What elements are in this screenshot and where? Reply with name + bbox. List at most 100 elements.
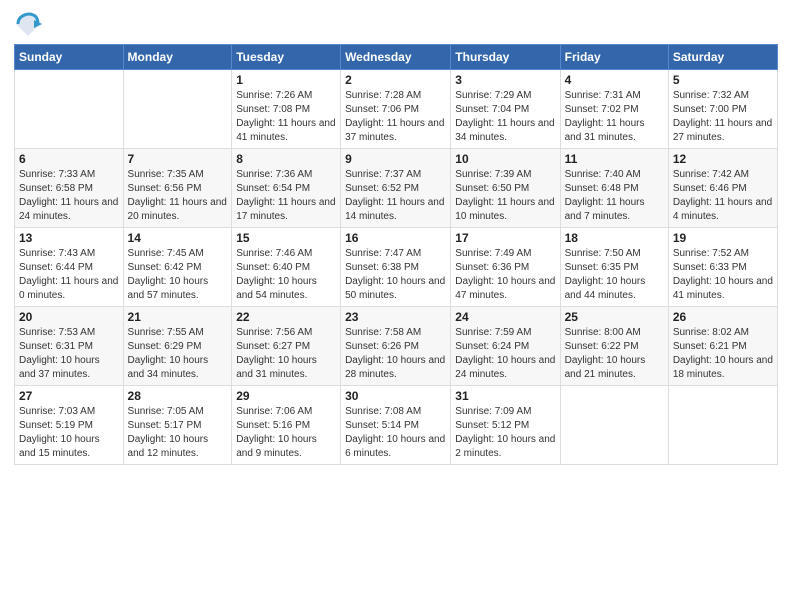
day-number: 30: [345, 389, 446, 403]
calendar-week-row: 6 Sunrise: 7:33 AM Sunset: 6:58 PM Daylig…: [15, 149, 778, 228]
calendar-day-cell: [123, 70, 232, 149]
calendar-day-cell: 15 Sunrise: 7:46 AM Sunset: 6:40 PM Dayli…: [232, 228, 341, 307]
day-number: 27: [19, 389, 119, 403]
day-number: 18: [565, 231, 664, 245]
calendar-day-cell: 14 Sunrise: 7:45 AM Sunset: 6:42 PM Dayli…: [123, 228, 232, 307]
calendar-week-row: 27 Sunrise: 7:03 AM Sunset: 5:19 PM Dayli…: [15, 386, 778, 465]
day-info: Sunrise: 7:43 AM Sunset: 6:44 PM Dayligh…: [19, 247, 119, 303]
day-info: Sunrise: 7:36 AM Sunset: 6:54 PM Dayligh…: [236, 168, 336, 224]
day-info: Sunrise: 7:28 AM Sunset: 7:06 PM Dayligh…: [345, 89, 446, 145]
day-number: 19: [673, 231, 773, 245]
day-number: 16: [345, 231, 446, 245]
calendar-day-cell: 11 Sunrise: 7:40 AM Sunset: 6:48 PM Dayli…: [560, 149, 668, 228]
calendar-day-header: Monday: [123, 45, 232, 70]
day-info: Sunrise: 7:39 AM Sunset: 6:50 PM Dayligh…: [455, 168, 555, 224]
logo-icon: [14, 10, 42, 38]
calendar-week-row: 1 Sunrise: 7:26 AM Sunset: 7:08 PM Daylig…: [15, 70, 778, 149]
calendar-day-cell: 9 Sunrise: 7:37 AM Sunset: 6:52 PM Daylig…: [341, 149, 451, 228]
calendar-day-cell: 19Sunrise: 7:52 AM Sunset: 6:33 PM Dayli…: [668, 228, 777, 307]
day-number: 22: [236, 310, 336, 324]
day-info: Sunrise: 7:47 AM Sunset: 6:38 PM Dayligh…: [345, 247, 446, 303]
day-info: Sunrise: 7:37 AM Sunset: 6:52 PM Dayligh…: [345, 168, 446, 224]
day-info: Sunrise: 7:09 AM Sunset: 5:12 PM Dayligh…: [455, 405, 555, 461]
calendar-day-cell: 26Sunrise: 8:02 AM Sunset: 6:21 PM Dayli…: [668, 307, 777, 386]
day-number: 29: [236, 389, 336, 403]
day-info: Sunrise: 7:50 AM Sunset: 6:35 PM Dayligh…: [565, 247, 664, 303]
page-container: SundayMondayTuesdayWednesdayThursdayFrid…: [0, 0, 792, 479]
day-number: 4: [565, 73, 664, 87]
calendar-day-cell: [15, 70, 124, 149]
calendar-week-row: 20Sunrise: 7:53 AM Sunset: 6:31 PM Dayli…: [15, 307, 778, 386]
day-number: 28: [128, 389, 228, 403]
day-info: Sunrise: 7:46 AM Sunset: 6:40 PM Dayligh…: [236, 247, 336, 303]
calendar-day-header: Saturday: [668, 45, 777, 70]
day-number: 24: [455, 310, 555, 324]
day-info: Sunrise: 7:35 AM Sunset: 6:56 PM Dayligh…: [128, 168, 228, 224]
day-number: 17: [455, 231, 555, 245]
day-number: 14: [128, 231, 228, 245]
calendar-day-cell: 28 Sunrise: 7:05 AM Sunset: 5:17 PM Dayli…: [123, 386, 232, 465]
calendar-day-header: Friday: [560, 45, 668, 70]
day-info: Sunrise: 7:05 AM Sunset: 5:17 PM Dayligh…: [128, 405, 228, 461]
calendar-day-header: Wednesday: [341, 45, 451, 70]
day-info: Sunrise: 7:06 AM Sunset: 5:16 PM Dayligh…: [236, 405, 336, 461]
day-number: 9: [345, 152, 446, 166]
day-info: Sunrise: 7:49 AM Sunset: 6:36 PM Dayligh…: [455, 247, 555, 303]
day-info: Sunrise: 7:59 AM Sunset: 6:24 PM Dayligh…: [455, 326, 555, 382]
calendar-day-cell: 24 Sunrise: 7:59 AM Sunset: 6:24 PM Dayli…: [451, 307, 560, 386]
day-info: Sunrise: 7:32 AM Sunset: 7:00 PM Dayligh…: [673, 89, 773, 145]
day-info: Sunrise: 7:53 AM Sunset: 6:31 PM Dayligh…: [19, 326, 119, 382]
calendar-day-cell: 4Sunrise: 7:31 AM Sunset: 7:02 PM Daylig…: [560, 70, 668, 149]
calendar-day-cell: 25 Sunrise: 8:00 AM Sunset: 6:22 PM Dayli…: [560, 307, 668, 386]
day-number: 11: [565, 152, 664, 166]
day-info: Sunrise: 8:00 AM Sunset: 6:22 PM Dayligh…: [565, 326, 664, 382]
day-number: 10: [455, 152, 555, 166]
calendar-day-cell: 10 Sunrise: 7:39 AM Sunset: 6:50 PM Dayli…: [451, 149, 560, 228]
calendar-day-cell: 16 Sunrise: 7:47 AM Sunset: 6:38 PM Dayli…: [341, 228, 451, 307]
day-info: Sunrise: 7:45 AM Sunset: 6:42 PM Dayligh…: [128, 247, 228, 303]
day-info: Sunrise: 7:26 AM Sunset: 7:08 PM Dayligh…: [236, 89, 336, 145]
day-number: 7: [128, 152, 228, 166]
day-info: Sunrise: 7:08 AM Sunset: 5:14 PM Dayligh…: [345, 405, 446, 461]
day-number: 6: [19, 152, 119, 166]
day-number: 21: [128, 310, 228, 324]
calendar-day-cell: 27 Sunrise: 7:03 AM Sunset: 5:19 PM Dayli…: [15, 386, 124, 465]
calendar-day-cell: 5 Sunrise: 7:32 AM Sunset: 7:00 PM Daylig…: [668, 70, 777, 149]
day-info: Sunrise: 7:56 AM Sunset: 6:27 PM Dayligh…: [236, 326, 336, 382]
calendar-day-header: Sunday: [15, 45, 124, 70]
calendar-day-cell: 20Sunrise: 7:53 AM Sunset: 6:31 PM Dayli…: [15, 307, 124, 386]
day-info: Sunrise: 7:40 AM Sunset: 6:48 PM Dayligh…: [565, 168, 664, 224]
day-info: Sunrise: 7:42 AM Sunset: 6:46 PM Dayligh…: [673, 168, 773, 224]
calendar-day-cell: 29 Sunrise: 7:06 AM Sunset: 5:16 PM Dayli…: [232, 386, 341, 465]
day-info: Sunrise: 7:03 AM Sunset: 5:19 PM Dayligh…: [19, 405, 119, 461]
calendar-day-cell: 2 Sunrise: 7:28 AM Sunset: 7:06 PM Daylig…: [341, 70, 451, 149]
day-number: 25: [565, 310, 664, 324]
calendar-day-cell: 12 Sunrise: 7:42 AM Sunset: 6:46 PM Dayli…: [668, 149, 777, 228]
day-info: Sunrise: 8:02 AM Sunset: 6:21 PM Dayligh…: [673, 326, 773, 382]
day-number: 8: [236, 152, 336, 166]
calendar-day-cell: 13 Sunrise: 7:43 AM Sunset: 6:44 PM Dayli…: [15, 228, 124, 307]
day-number: 5: [673, 73, 773, 87]
day-number: 2: [345, 73, 446, 87]
day-number: 31: [455, 389, 555, 403]
calendar-day-cell: 3Sunrise: 7:29 AM Sunset: 7:04 PM Daylig…: [451, 70, 560, 149]
calendar-day-cell: 23 Sunrise: 7:58 AM Sunset: 6:26 PM Dayli…: [341, 307, 451, 386]
day-number: 15: [236, 231, 336, 245]
day-info: Sunrise: 7:55 AM Sunset: 6:29 PM Dayligh…: [128, 326, 228, 382]
day-number: 12: [673, 152, 773, 166]
day-number: 23: [345, 310, 446, 324]
calendar-header-row: SundayMondayTuesdayWednesdayThursdayFrid…: [15, 45, 778, 70]
day-number: 13: [19, 231, 119, 245]
header: [14, 10, 778, 38]
calendar-day-cell: [560, 386, 668, 465]
calendar-day-header: Thursday: [451, 45, 560, 70]
day-info: Sunrise: 7:29 AM Sunset: 7:04 PM Dayligh…: [455, 89, 555, 145]
day-info: Sunrise: 7:33 AM Sunset: 6:58 PM Dayligh…: [19, 168, 119, 224]
day-info: Sunrise: 7:58 AM Sunset: 6:26 PM Dayligh…: [345, 326, 446, 382]
calendar-week-row: 13 Sunrise: 7:43 AM Sunset: 6:44 PM Dayli…: [15, 228, 778, 307]
calendar-day-cell: 18 Sunrise: 7:50 AM Sunset: 6:35 PM Dayli…: [560, 228, 668, 307]
logo: [14, 10, 44, 38]
day-number: 1: [236, 73, 336, 87]
calendar-day-cell: 21 Sunrise: 7:55 AM Sunset: 6:29 PM Dayli…: [123, 307, 232, 386]
calendar-day-cell: 8 Sunrise: 7:36 AM Sunset: 6:54 PM Daylig…: [232, 149, 341, 228]
